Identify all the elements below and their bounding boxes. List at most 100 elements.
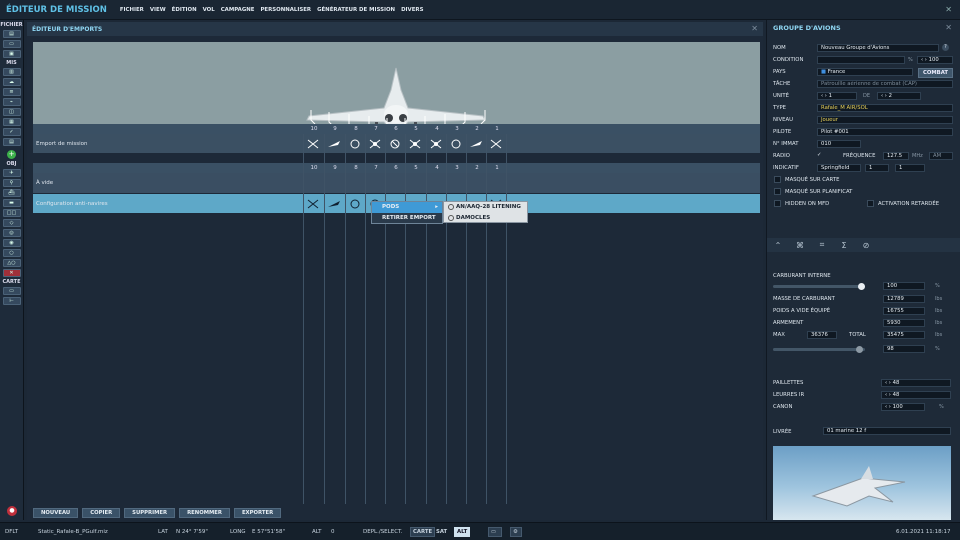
menu-campagne[interactable]: CAMPAGNE	[218, 7, 258, 13]
pylon-8-slot[interactable]	[345, 194, 365, 213]
tab-payload-icon[interactable]: ⌘	[789, 241, 811, 250]
check-icon[interactable]: ✓	[2, 128, 21, 136]
ruler-icon[interactable]: ⊢	[2, 297, 21, 305]
menu-divers[interactable]: DIVERS	[398, 7, 426, 13]
context-item-remove[interactable]: RETIRER EMPORT	[372, 213, 442, 224]
hidden-on-planner-checkbox[interactable]	[774, 188, 781, 195]
loadout-row-mission[interactable]: Emport de mission	[33, 134, 760, 153]
menu-view[interactable]: VIEW	[147, 7, 169, 13]
delete-icon[interactable]: ✕	[2, 269, 21, 277]
copy-button[interactable]: COPIER	[82, 508, 121, 518]
level-select[interactable]: Joueur	[817, 116, 953, 124]
fuel-percent-input[interactable]: 100	[883, 282, 925, 290]
close-icon[interactable]: ✕	[945, 23, 952, 32]
pylon-10-slot[interactable]	[303, 134, 323, 153]
menu-edition[interactable]: ÉDITION	[169, 7, 200, 13]
static-object-icon[interactable]: □□	[2, 209, 21, 217]
frequency-input[interactable]: 127.5	[883, 152, 909, 160]
callsign-number-2[interactable]: 1	[895, 164, 925, 172]
callsign-select[interactable]: Springfield	[817, 164, 861, 172]
submenu-item-damocles[interactable]: DAMOCLES	[444, 213, 527, 224]
save-icon[interactable]: ▣	[2, 50, 21, 58]
fuel-slider-knob[interactable]	[858, 283, 865, 290]
gun-stepper[interactable]: ‹ › 100	[881, 403, 925, 411]
goals-icon[interactable]: ◫	[2, 108, 21, 116]
menu-vol[interactable]: VOL	[200, 7, 218, 13]
pylon-9-slot[interactable]	[324, 194, 344, 213]
plane-icon[interactable]: ✈	[2, 169, 21, 177]
add-object-icon[interactable]: +	[7, 150, 16, 159]
pylon-10-slot[interactable]	[303, 194, 323, 213]
menu-fichier[interactable]: FICHIER	[117, 7, 147, 13]
zone-icon[interactable]: ◎	[2, 229, 21, 237]
close-icon[interactable]: ✕	[751, 24, 758, 33]
chaff-stepper[interactable]: ‹ › 48	[881, 379, 951, 387]
trigger-icon[interactable]: ⌁	[2, 98, 21, 106]
settings-icon[interactable]: ⚙	[510, 527, 522, 537]
ship-icon[interactable]: ⛴	[2, 189, 21, 197]
vehicle-icon[interactable]: ▬	[2, 199, 21, 207]
tab-summary-icon[interactable]: Σ	[833, 241, 855, 250]
weather-icon[interactable]: ☁	[2, 78, 21, 86]
pylon-5-slot[interactable]	[405, 134, 425, 153]
tab-route-icon[interactable]: ⌃	[767, 241, 789, 250]
helicopter-icon[interactable]: ⚲	[2, 179, 21, 187]
rename-button[interactable]: RENOMMER	[179, 508, 230, 518]
shapes-icon[interactable]: △○	[2, 259, 21, 267]
fuel-slider[interactable]	[773, 285, 865, 288]
mission-options-icon[interactable]: ▥	[2, 68, 21, 76]
map-mode-button[interactable]: CARTE	[410, 527, 436, 537]
hidden-on-mfd-checkbox[interactable]	[774, 200, 781, 207]
flares-stepper[interactable]: ‹ › 48	[881, 391, 951, 399]
tab-failures-icon[interactable]: ⊘	[855, 241, 877, 250]
submenu-item-litening[interactable]: AN/AAQ-28 LITENING	[444, 202, 527, 213]
route-icon[interactable]: ◇	[2, 219, 21, 227]
new-file-icon[interactable]: ▤	[2, 30, 21, 38]
condition-field[interactable]	[817, 56, 905, 64]
unit-stepper[interactable]: ‹ › 1	[817, 92, 857, 100]
callsign-number-1[interactable]: 1	[865, 164, 889, 172]
country-select[interactable]: ■ France	[817, 68, 913, 76]
pylon-6-slot[interactable]	[385, 134, 405, 153]
display-icon[interactable]: ▭	[488, 527, 502, 537]
livery-select[interactable]: 01 marine 12 f	[823, 427, 951, 435]
menu-generateur[interactable]: GÉNÉRATEUR DE MISSION	[314, 7, 398, 13]
modulation-select[interactable]: AM	[929, 152, 953, 160]
help-icon[interactable]: ?	[942, 44, 949, 51]
sat-mode-button[interactable]: SAT	[433, 527, 450, 537]
pylon-4-slot[interactable]	[426, 134, 446, 153]
delete-button[interactable]: SUPPRIMER	[124, 508, 176, 518]
type-select[interactable]: Rafale_M AIR/SOL	[817, 104, 953, 112]
export-button[interactable]: EXPORTER	[233, 508, 282, 518]
map-options-icon[interactable]: ▭	[2, 287, 21, 295]
new-button[interactable]: NOUVEAU	[33, 508, 79, 518]
pylon-7-slot[interactable]	[365, 134, 385, 153]
tab-advanced-icon[interactable]: ⌗	[811, 240, 833, 250]
menu-personnaliser[interactable]: PERSONNALISER	[257, 7, 314, 13]
alt-mode-button[interactable]: ALT	[454, 527, 471, 537]
combat-button[interactable]: COMBAT	[918, 68, 953, 78]
pylon-2-slot[interactable]	[466, 134, 486, 153]
record-icon[interactable]: ●	[7, 506, 17, 516]
pylon-3-slot[interactable]	[446, 134, 466, 153]
pylon-9-slot[interactable]	[324, 134, 344, 153]
tail-number-input[interactable]: 010	[817, 140, 861, 148]
loadout-row-empty[interactable]: À vide	[33, 173, 760, 193]
briefing-icon[interactable]: ≡	[2, 88, 21, 96]
radio-checkbox[interactable]: ✓	[817, 152, 821, 158]
pylon-8-slot[interactable]	[345, 134, 365, 153]
task-select[interactable]: Patrouille aérienne de combat (CAP)	[817, 80, 953, 88]
name-input[interactable]: Nouveau Groupe d'Avions	[817, 44, 939, 52]
pilot-input[interactable]: Pilot #001	[817, 128, 953, 136]
window-close-icon[interactable]: ✕	[945, 5, 952, 14]
hidden-on-map-checkbox[interactable]	[774, 176, 781, 183]
context-item-pods[interactable]: PODS ▸	[372, 202, 442, 213]
late-activation-checkbox[interactable]	[867, 200, 874, 207]
resource-icon[interactable]: ▦	[2, 118, 21, 126]
unit-total-stepper[interactable]: ‹ › 2	[877, 92, 921, 100]
target-icon[interactable]: ◉	[2, 239, 21, 247]
pylon-1-slot[interactable]	[486, 134, 506, 153]
layers-icon[interactable]: ▤	[2, 138, 21, 146]
circle-icon[interactable]: ○	[2, 249, 21, 257]
condition-stepper[interactable]: ‹ › 100	[917, 56, 953, 64]
